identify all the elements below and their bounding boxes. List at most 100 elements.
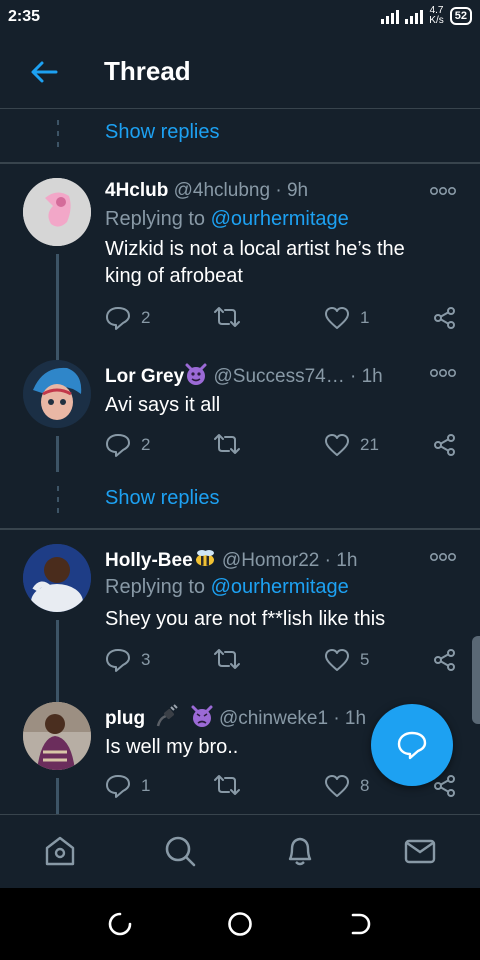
tweet[interactable]: 4Hclub @4hclubng · 9h Replying to @ourhe… — [0, 164, 480, 340]
show-replies-row[interactable]: Show replies — [0, 108, 480, 160]
like-count: 1 — [360, 308, 370, 327]
more-options-icon[interactable] — [430, 186, 456, 196]
home-system-icon[interactable] — [227, 911, 253, 937]
tweet-text: Shey you are not f**lish like this — [105, 608, 386, 630]
signal-icon — [381, 8, 400, 24]
recent-apps-icon[interactable] — [107, 911, 133, 937]
thread-line — [56, 620, 59, 686]
tweet-text: Wizkid is not a local artist he’s the ki… — [105, 238, 405, 287]
share-icon[interactable] — [433, 648, 457, 672]
page-title: Thread — [104, 56, 191, 86]
author-name[interactable]: 4Hclub — [105, 180, 168, 201]
back-system-icon[interactable] — [347, 911, 373, 937]
reply-icon — [106, 307, 130, 330]
more-options-icon[interactable] — [430, 368, 456, 378]
show-replies-row[interactable]: Show replies — [0, 474, 480, 526]
network-speed-unit: K/s — [429, 15, 444, 26]
author-handle: @Success74… — [213, 366, 345, 387]
reply-button[interactable]: 2 — [105, 306, 150, 330]
scrollbar-thumb[interactable] — [472, 636, 480, 724]
author-handle: @4hclubng — [173, 180, 271, 201]
avatar-image — [23, 544, 91, 612]
reply-icon — [106, 434, 130, 457]
thread-dots-icon — [57, 120, 59, 147]
replying-to-prefix: Replying to — [105, 576, 211, 598]
thread-line — [56, 254, 59, 340]
heart-icon — [325, 775, 349, 797]
avatar[interactable] — [23, 702, 91, 770]
search-icon[interactable] — [162, 833, 198, 869]
retweet-icon — [214, 649, 240, 669]
author-name[interactable]: Lor Grey — [105, 366, 184, 387]
reply-button[interactable]: 1 — [105, 774, 150, 798]
bottom-nav — [0, 814, 480, 889]
avatar[interactable] — [23, 360, 91, 428]
devil-emoji-icon — [185, 363, 207, 385]
tweet-header: Holly-Bee @Homor22 · 1h — [105, 546, 357, 572]
tweet[interactable]: Lor Grey @Success74… · 1h Avi says it al… — [0, 340, 480, 472]
author-name[interactable]: plug — [105, 708, 145, 729]
share-icon[interactable] — [433, 433, 457, 457]
reply-button[interactable]: 3 — [105, 648, 150, 672]
retweet-button[interactable] — [213, 433, 251, 455]
author-handle: @chinweke1 — [218, 708, 329, 729]
reply-count: 2 — [141, 435, 151, 454]
retweet-icon — [214, 307, 240, 327]
retweet-button[interactable] — [213, 648, 251, 670]
tweet-text: Avi says it all — [105, 394, 221, 416]
reply-count: 2 — [141, 308, 151, 327]
replying-to: Replying to @ourhermitage — [105, 208, 349, 231]
messages-icon[interactable] — [402, 833, 438, 869]
avatar[interactable] — [23, 178, 91, 246]
tweet-actions: 2 21 — [105, 433, 460, 459]
like-count: 8 — [360, 776, 370, 795]
heart-icon — [325, 649, 349, 671]
replying-to-prefix: Replying to — [105, 208, 211, 230]
mention-link[interactable]: @ourhermitage — [211, 576, 349, 598]
thread-dots-icon — [57, 486, 59, 513]
reply-count: 3 — [141, 650, 151, 669]
home-icon[interactable] — [42, 833, 78, 869]
mention-link[interactable]: @ourhermitage — [211, 208, 349, 230]
tweet-time: · 1h — [324, 550, 358, 571]
reply-count: 1 — [141, 776, 151, 795]
tweet-actions: 3 5 — [105, 648, 460, 674]
retweet-button[interactable] — [213, 306, 251, 328]
reply-icon — [106, 649, 130, 672]
more-options-icon[interactable] — [430, 552, 456, 562]
like-button[interactable]: 5 — [324, 648, 369, 672]
reply-button[interactable]: 2 — [105, 433, 150, 457]
author-name[interactable]: Holly-Bee — [105, 550, 193, 571]
like-button[interactable]: 21 — [324, 433, 379, 457]
back-arrow-icon[interactable] — [28, 58, 60, 86]
angry-devil-emoji-icon — [191, 705, 213, 727]
show-replies-link[interactable]: Show replies — [105, 121, 220, 144]
reply-bubble-icon — [397, 731, 427, 760]
status-time: 2:35 — [8, 8, 41, 25]
signal-icon-secondary — [405, 8, 424, 24]
like-button[interactable]: 8 — [324, 774, 369, 798]
reply-icon — [106, 775, 130, 798]
author-handle: @Homor22 — [221, 550, 320, 571]
tweet-actions: 2 1 — [105, 306, 460, 332]
retweet-button[interactable] — [213, 774, 251, 796]
show-replies-link[interactable]: Show replies — [105, 487, 220, 510]
heart-icon — [325, 434, 349, 456]
share-icon[interactable] — [433, 306, 457, 330]
bee-emoji-icon — [195, 550, 214, 566]
avatar[interactable] — [23, 544, 91, 612]
notifications-icon[interactable] — [282, 833, 318, 869]
like-count: 21 — [360, 435, 379, 454]
tweet[interactable]: Holly-Bee @Homor22 · 1h Replying to @our… — [0, 530, 480, 686]
status-bar: 2:35 4.7 K/s 52 — [0, 0, 480, 36]
compose-reply-button[interactable] — [371, 704, 453, 786]
tweet-time: · 1h — [333, 708, 367, 729]
tweet-header: 4Hclub @4hclubng · 9h — [105, 180, 308, 202]
tweet-header: Lor Grey @Success74… · 1h — [105, 362, 383, 388]
avatar-image — [23, 702, 91, 770]
retweet-icon — [214, 775, 240, 795]
like-button[interactable]: 1 — [324, 306, 369, 330]
thread-line — [56, 340, 59, 360]
like-count: 5 — [360, 650, 370, 669]
tweet-time: · 9h — [275, 180, 309, 201]
